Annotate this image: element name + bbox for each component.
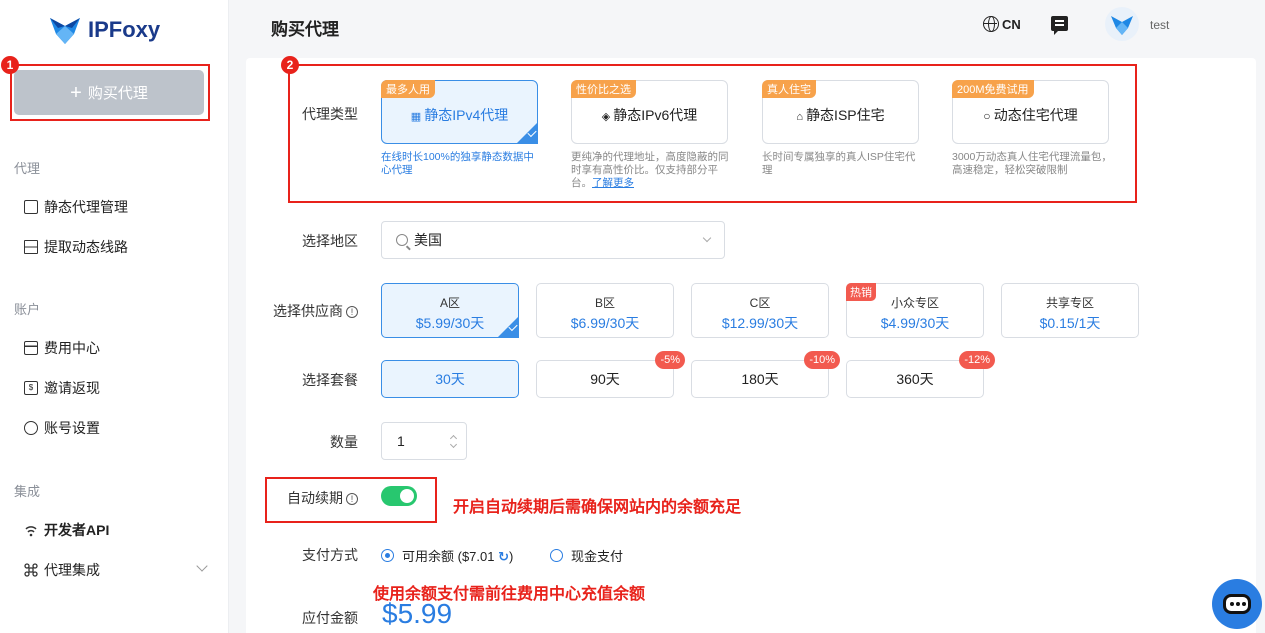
sidebar-item-label: 费用中心 bbox=[44, 340, 100, 356]
provider-name: A区 bbox=[439, 296, 460, 310]
sidebar-item-label: 开发者API bbox=[44, 522, 110, 538]
sidebar-item-label: 代理集成 bbox=[44, 562, 100, 578]
info-icon[interactable]: ! bbox=[346, 306, 358, 318]
payment-cash-label: 现金支付 bbox=[571, 549, 624, 564]
chevron-down-icon bbox=[702, 233, 712, 243]
user-icon bbox=[24, 421, 38, 435]
check-icon bbox=[497, 316, 519, 338]
sidebar-item-static-proxy[interactable]: 静态代理管理 bbox=[24, 197, 128, 217]
plan-label-text: 30天 bbox=[435, 371, 465, 387]
sidebar-item-label: 账号设置 bbox=[44, 420, 100, 436]
chevron-down-icon[interactable] bbox=[196, 560, 208, 572]
provider-card[interactable]: 热销 小众专区 $4.99/30天 bbox=[846, 283, 984, 338]
sidebar-item-label: 静态代理管理 bbox=[44, 199, 128, 215]
discount-badge: -12% bbox=[959, 351, 995, 369]
avatar[interactable] bbox=[1105, 7, 1139, 41]
annotation-number-1: 1 bbox=[1, 56, 19, 74]
fox-avatar-icon bbox=[1111, 16, 1133, 35]
annotation-note-payment: 使用余额支付需前往费用中心充值余额 bbox=[373, 586, 646, 603]
plan-label-text: 360天 bbox=[896, 371, 934, 387]
sidebar-item-dynamic-lines[interactable]: 提取动态线路 bbox=[24, 237, 128, 257]
provider-price: $4.99/30天 bbox=[880, 315, 950, 331]
annotation-note-auto-renew: 开启自动续期后需确保网站内的余额充足 bbox=[453, 499, 742, 516]
dollar-icon: $ bbox=[24, 381, 38, 395]
server-icon bbox=[24, 240, 38, 254]
quantity-label: 数量 bbox=[330, 434, 358, 450]
language-switcher[interactable]: CN bbox=[983, 16, 1021, 32]
region-select[interactable]: 美国 bbox=[381, 221, 725, 259]
plan-card[interactable]: 30天 bbox=[381, 360, 519, 398]
plan-label-text: 90天 bbox=[590, 371, 620, 387]
section-title-proxy: 代理 bbox=[14, 161, 41, 176]
provider-price: $12.99/30天 bbox=[721, 315, 799, 331]
provider-price: $6.99/30天 bbox=[570, 315, 640, 331]
message-icon[interactable] bbox=[1051, 16, 1068, 35]
search-icon bbox=[396, 234, 408, 246]
provider-name: C区 bbox=[749, 296, 771, 310]
provider-card[interactable]: B区 $6.99/30天 bbox=[536, 283, 674, 338]
radio-icon bbox=[550, 549, 563, 562]
region-value: 美国 bbox=[414, 232, 442, 248]
annotation-box-auto-renew bbox=[265, 477, 437, 523]
logo[interactable]: IPFoxy bbox=[48, 14, 160, 46]
annotation-box-1 bbox=[10, 64, 210, 121]
annotation-box-2 bbox=[288, 64, 1137, 203]
discount-badge: -10% bbox=[804, 351, 840, 369]
provider-label: 选择供应商! bbox=[256, 301, 358, 321]
username[interactable]: test bbox=[1150, 18, 1169, 32]
quantity-value: 1 bbox=[397, 433, 405, 449]
payment-balance-label: 可用余额 ($7.01 ↻) bbox=[402, 546, 513, 565]
plan-label-text: 180天 bbox=[741, 371, 779, 387]
region-label: 选择地区 bbox=[302, 233, 358, 249]
chat-support-icon[interactable] bbox=[1212, 579, 1262, 629]
annotation-number-2: 2 bbox=[281, 56, 299, 74]
provider-card[interactable]: C区 $12.99/30天 bbox=[691, 283, 829, 338]
refresh-icon[interactable]: ↻ bbox=[498, 549, 509, 564]
payment-balance-text: 可用余额 ($7.01 bbox=[402, 549, 495, 564]
section-title-integration: 集成 bbox=[14, 484, 41, 499]
sidebar-item-developer-api[interactable]: 开发者API bbox=[24, 520, 109, 540]
hot-badge: 热销 bbox=[846, 283, 876, 301]
payment-option-cash[interactable]: 现金支付 bbox=[550, 546, 623, 565]
discount-badge: -5% bbox=[655, 351, 685, 369]
sidebar-item-account-settings[interactable]: 账号设置 bbox=[24, 418, 100, 438]
sidebar-item-billing[interactable]: 费用中心 bbox=[24, 338, 100, 358]
provider-card[interactable]: 共享专区 $0.15/1天 bbox=[1001, 283, 1139, 338]
sidebar-item-proxy-integration[interactable]: 代理集成 bbox=[24, 560, 100, 580]
provider-card[interactable]: A区 $5.99/30天 bbox=[381, 283, 519, 338]
monitor-icon bbox=[24, 200, 38, 214]
fox-logo-icon bbox=[50, 18, 80, 44]
sidebar-item-label: 提取动态线路 bbox=[44, 239, 128, 255]
globe-icon bbox=[983, 16, 999, 32]
logo-text: IPFoxy bbox=[88, 17, 161, 42]
section-title-account: 账户 bbox=[14, 302, 41, 317]
payment-balance-close: ) bbox=[509, 549, 514, 564]
quantity-stepper[interactable]: 1 bbox=[381, 422, 467, 460]
provider-name: 共享专区 bbox=[1045, 296, 1094, 310]
card-icon bbox=[24, 341, 38, 355]
payment-option-balance[interactable]: 可用余额 ($7.01 ↻) bbox=[381, 546, 513, 565]
chevron-down-icon[interactable] bbox=[449, 440, 458, 449]
plan-label: 选择套餐 bbox=[302, 372, 358, 388]
sidebar-item-label: 邀请返现 bbox=[44, 380, 100, 396]
plan-card[interactable]: 360天 -12% bbox=[846, 351, 995, 398]
amount-label: 应付金额 bbox=[302, 610, 358, 626]
sidebar-item-referral[interactable]: $ 邀请返现 bbox=[24, 378, 100, 398]
header: 购买代理 CN test bbox=[229, 0, 1265, 50]
command-icon bbox=[24, 563, 38, 577]
provider-label-text: 选择供应商 bbox=[273, 303, 343, 319]
radio-icon bbox=[381, 549, 394, 562]
payment-label: 支付方式 bbox=[302, 547, 358, 563]
provider-name: B区 bbox=[594, 296, 615, 310]
language-label: CN bbox=[1002, 16, 1021, 32]
plan-card[interactable]: 180天 -10% bbox=[691, 351, 840, 398]
provider-price: $0.15/1天 bbox=[1039, 315, 1101, 331]
wifi-icon bbox=[24, 523, 38, 537]
plan-card[interactable]: 90天 -5% bbox=[536, 351, 685, 398]
page-title: 购买代理 bbox=[271, 20, 339, 39]
